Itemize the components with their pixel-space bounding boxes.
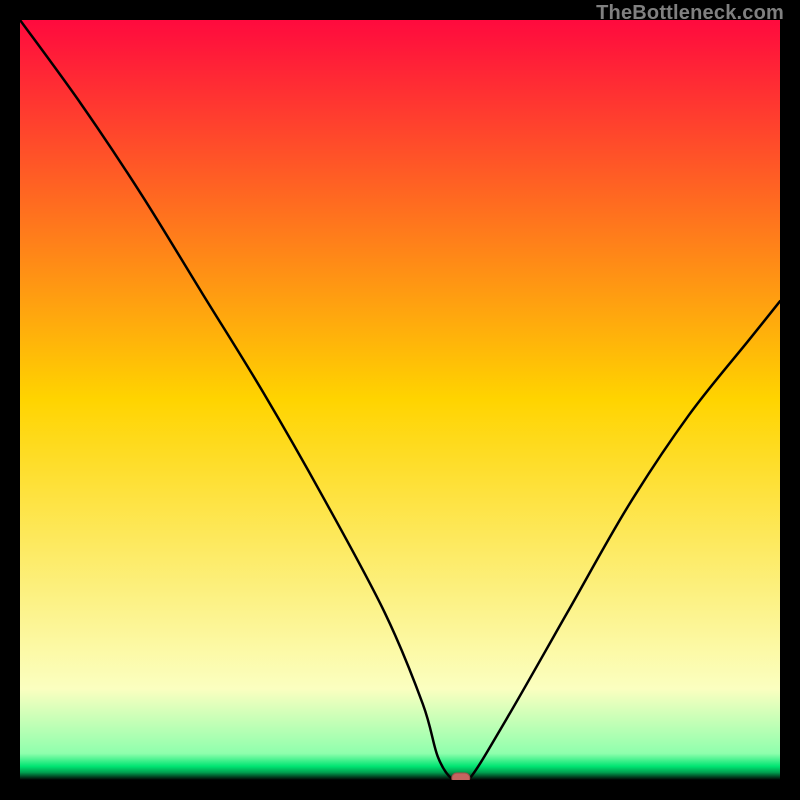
chart-background-gradient — [20, 20, 780, 780]
optimal-point-marker — [452, 773, 470, 780]
chart-svg — [20, 20, 780, 780]
chart-plot-area — [20, 20, 780, 780]
chart-stage: TheBottleneck.com — [0, 0, 800, 800]
